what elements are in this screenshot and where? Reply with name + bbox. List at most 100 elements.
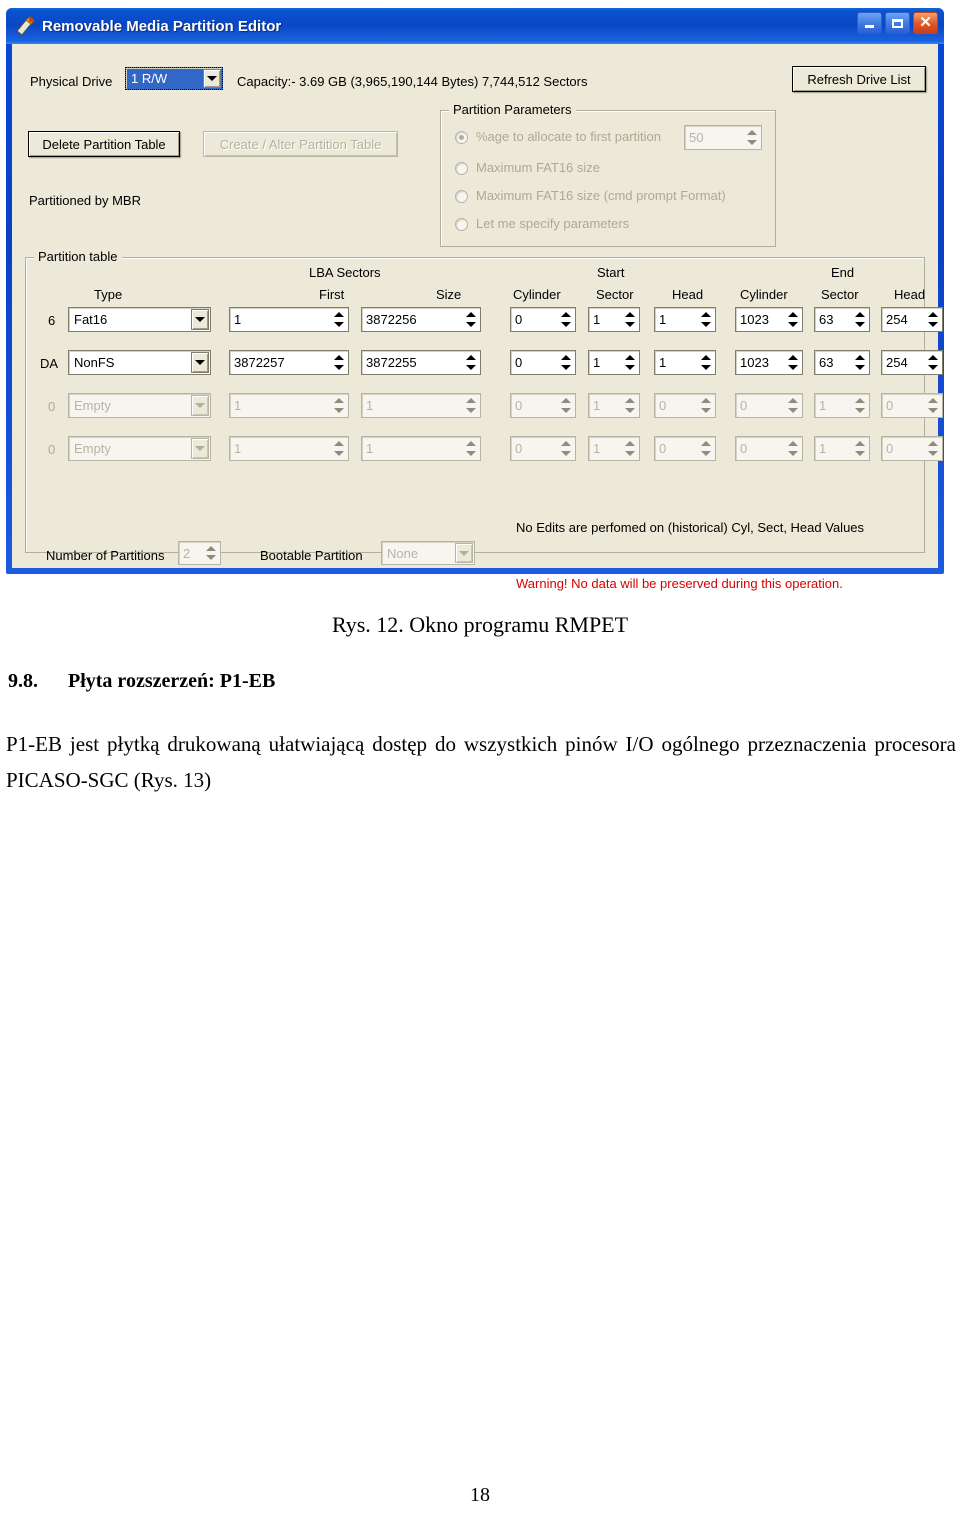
stepper-down-icon[interactable] [853, 363, 866, 372]
stepper-up-icon [853, 396, 866, 405]
stepper-up-icon[interactable] [559, 310, 572, 319]
stepper-down-icon[interactable] [559, 320, 572, 329]
stepper-up-icon[interactable] [332, 353, 345, 362]
partition-type-select[interactable]: NonFS [68, 350, 211, 375]
partition-type-select: Empty [68, 393, 211, 418]
chevron-down-icon[interactable] [203, 69, 221, 88]
refresh-drive-list-button[interactable]: Refresh Drive List [792, 66, 926, 92]
figure-caption: Rys. 12. Okno programu RMPET [331, 612, 629, 637]
stepper-up-icon [699, 396, 712, 405]
close-button[interactable]: ✕ [913, 12, 938, 34]
partition-type-select[interactable]: Fat16 [68, 307, 211, 332]
stepper-up-icon[interactable] [853, 353, 866, 362]
partition-size-stepper[interactable]: 3872255 [361, 350, 481, 375]
header-type: Type [94, 287, 123, 302]
radio-percent-allocate[interactable] [455, 131, 468, 144]
partition-start-sector-stepper: 1 [588, 436, 640, 461]
partition-first-stepper[interactable]: 1 [229, 307, 349, 332]
stepper-down-icon [699, 406, 712, 415]
stepper-down-icon [559, 406, 572, 415]
partition-start-head-stepper[interactable]: 1 [654, 350, 716, 375]
stepper-down-icon[interactable] [699, 363, 712, 372]
partition-first-stepper[interactable]: 3872257 [229, 350, 349, 375]
stepper-up-icon [464, 439, 477, 448]
partition-start-head-stepper[interactable]: 1 [654, 307, 716, 332]
minimize-button[interactable] [857, 12, 882, 34]
stepper-down-icon[interactable] [332, 320, 345, 329]
stepper-down-icon[interactable] [559, 363, 572, 372]
stepper-down-icon[interactable] [623, 320, 636, 329]
partition-start-cylinder-stepper[interactable]: 0 [510, 307, 576, 332]
partition-first-stepper: 1 [229, 436, 349, 461]
stepper-up-icon[interactable] [745, 128, 758, 137]
partition-end-sector-stepper[interactable]: 63 [814, 350, 870, 375]
stepper-up-icon[interactable] [464, 310, 477, 319]
title-bar[interactable]: Removable Media Partition Editor ✕ [6, 8, 944, 44]
historical-values-note: No Edits are perfomed on (historical) Cy… [516, 520, 865, 535]
partition-size-stepper[interactable]: 3872256 [361, 307, 481, 332]
partition-start-cylinder-stepper[interactable]: 0 [510, 350, 576, 375]
stepper-down-icon[interactable] [332, 363, 345, 372]
partition-start-head-stepper: 0 [654, 393, 716, 418]
partition-start-sector-stepper[interactable]: 1 [588, 350, 640, 375]
stepper-down-icon[interactable] [204, 553, 217, 562]
header-end-head: Head [894, 287, 926, 302]
stepper-up-icon[interactable] [332, 310, 345, 319]
stepper-up-icon[interactable] [786, 310, 799, 319]
close-icon: ✕ [919, 14, 932, 31]
stepper-down-icon[interactable] [786, 320, 799, 329]
partition-first-value: 3872257 [229, 350, 349, 375]
stepper-up-icon [786, 439, 799, 448]
stepper-up-icon[interactable] [786, 353, 799, 362]
partition-first-value: 1 [229, 307, 349, 332]
partition-end-head-stepper[interactable]: 254 [881, 307, 943, 332]
delete-partition-table-button[interactable]: Delete Partition Table [28, 131, 180, 157]
stepper-up-icon[interactable] [623, 353, 636, 362]
stepper-up-icon[interactable] [853, 310, 866, 319]
chevron-down-icon [455, 543, 473, 563]
maximize-button[interactable] [885, 12, 910, 34]
stepper-down-icon[interactable] [464, 320, 477, 329]
stepper-up-icon[interactable] [699, 353, 712, 362]
stepper-down-icon[interactable] [745, 138, 758, 147]
partition-end-sector-stepper[interactable]: 63 [814, 307, 870, 332]
stepper-down-icon[interactable] [926, 320, 939, 329]
stepper-down-icon [926, 406, 939, 415]
stepper-down-icon[interactable] [853, 320, 866, 329]
partition-type-select: Empty [68, 436, 211, 461]
partition-end-cylinder-stepper[interactable]: 1023 [735, 350, 803, 375]
stepper-up-icon[interactable] [204, 544, 217, 553]
stepper-down-icon[interactable] [926, 363, 939, 372]
radio-specify-parameters[interactable] [455, 218, 468, 231]
stepper-up-icon[interactable] [464, 353, 477, 362]
partition-end-cylinder-stepper[interactable]: 1023 [735, 307, 803, 332]
partition-size-value: 1 [361, 436, 481, 461]
stepper-up-icon [559, 396, 572, 405]
chevron-down-icon[interactable] [191, 309, 209, 330]
stepper-up-icon[interactable] [926, 353, 939, 362]
percent-allocate-stepper: 50 [684, 125, 762, 150]
stepper-down-icon [464, 406, 477, 415]
partition-type-value: Empty [68, 393, 211, 418]
stepper-up-icon [926, 396, 939, 405]
stepper-down-icon [786, 406, 799, 415]
stepper-down-icon[interactable] [464, 363, 477, 372]
radio-max-fat16-label: Maximum FAT16 size [476, 160, 601, 175]
stepper-down-icon[interactable] [786, 363, 799, 372]
partition-start-sector-stepper[interactable]: 1 [588, 307, 640, 332]
stepper-up-icon[interactable] [559, 353, 572, 362]
physical-drive-select[interactable]: 1 R/W [125, 67, 223, 90]
window-controls: ✕ [857, 12, 938, 34]
stepper-up-icon[interactable] [699, 310, 712, 319]
chevron-down-icon[interactable] [191, 352, 209, 373]
stepper-down-icon[interactable] [699, 320, 712, 329]
number-of-partitions-label: Number of Partitions [46, 548, 165, 563]
partition-end-cylinder-stepper: 0 [735, 393, 803, 418]
stepper-up-icon[interactable] [623, 310, 636, 319]
radio-max-fat16[interactable] [455, 162, 468, 175]
stepper-down-icon [853, 406, 866, 415]
partition-end-head-stepper[interactable]: 254 [881, 350, 943, 375]
stepper-down-icon[interactable] [623, 363, 636, 372]
radio-max-fat16-cmd[interactable] [455, 190, 468, 203]
stepper-up-icon[interactable] [926, 310, 939, 319]
